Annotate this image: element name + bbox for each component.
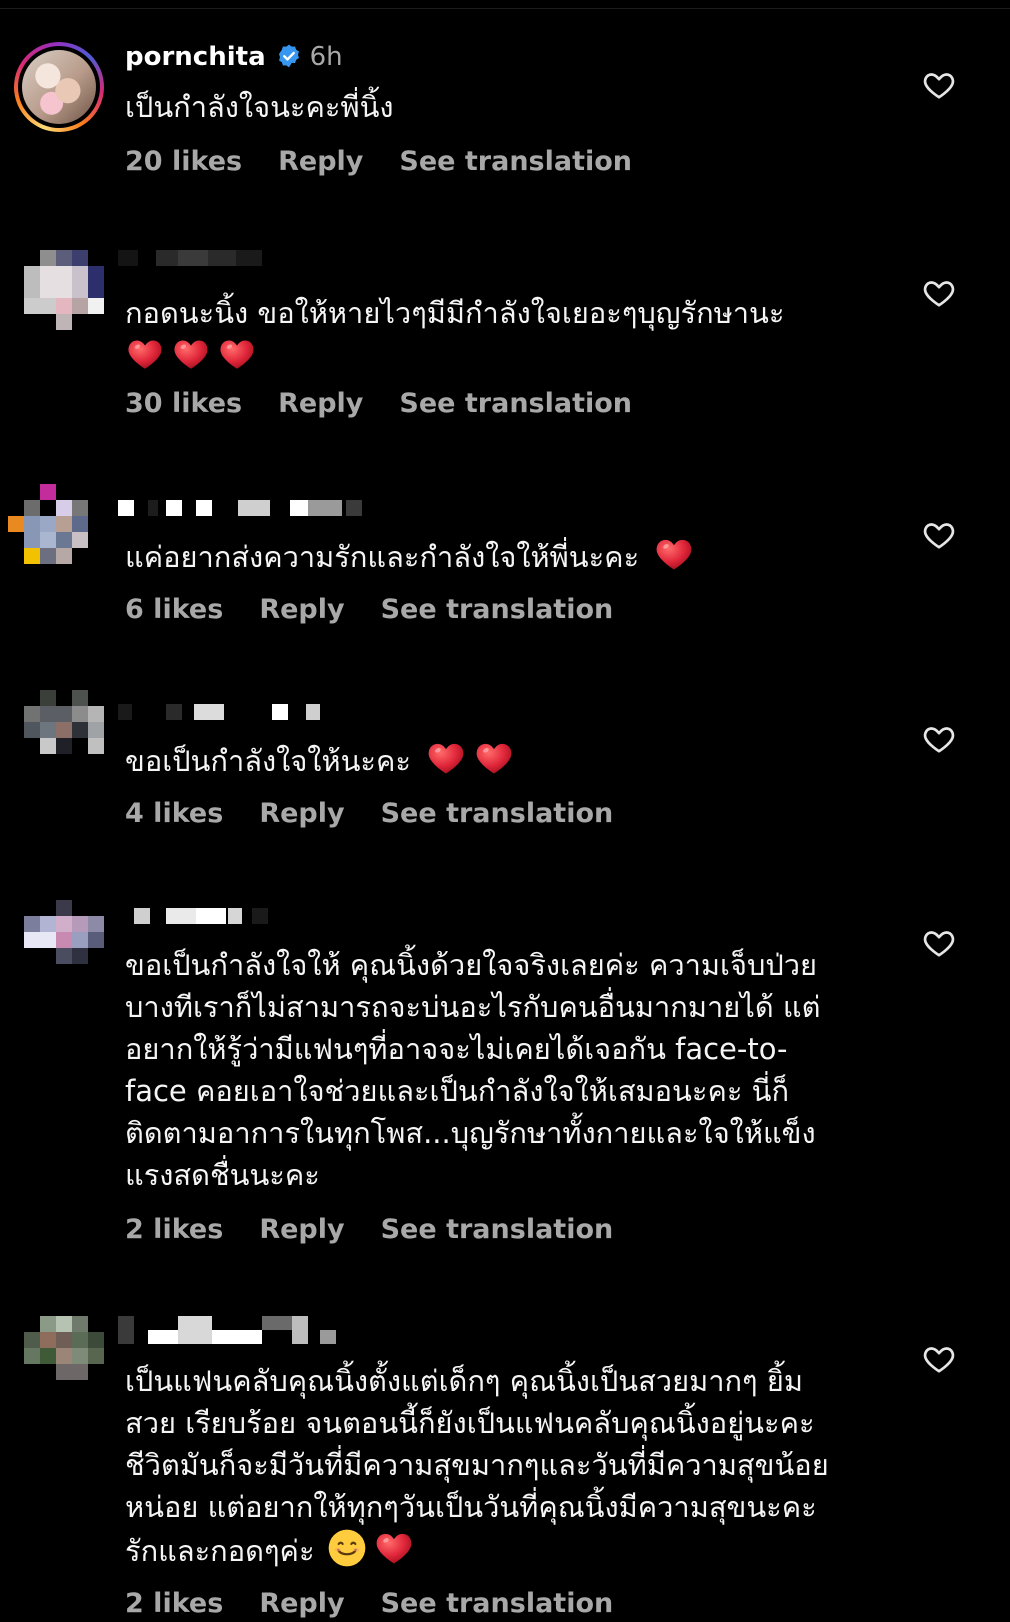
username-redacted[interactable] [118,1316,348,1346]
see-translation-button[interactable]: See translation [381,798,614,829]
see-translation-button[interactable]: See translation [381,594,614,625]
avatar[interactable] [14,42,104,132]
comment-actions: 4 likes Reply See translation [125,798,649,829]
red-heart-emoji [171,335,211,373]
comment-text: เป็นแฟนคลับคุณนิ้งตั้งแต่เด็กๆ คุณนิ้งเป… [125,1364,829,1568]
red-heart-emoji [373,1528,415,1568]
red-heart-emoji [125,335,165,373]
reply-button[interactable]: Reply [259,1214,344,1245]
verified-badge-icon [276,43,302,76]
like-heart-icon[interactable] [922,68,956,102]
reply-button[interactable]: Reply [259,798,344,829]
reply-button[interactable]: Reply [259,594,344,625]
username-redacted[interactable] [118,704,320,724]
see-translation-button[interactable]: See translation [399,388,632,419]
comment-text: เป็นกำลังใจนะคะพี่นิ้ง [125,90,394,124]
likes-count[interactable]: 2 likes [125,1214,223,1245]
username-redacted[interactable] [118,500,368,520]
likes-count[interactable]: 20 likes [125,146,242,177]
red-heart-emoji [473,738,515,778]
likes-count[interactable]: 30 likes [125,388,242,419]
reply-button[interactable]: Reply [259,1588,344,1619]
username-link[interactable]: pornchita [125,42,266,72]
see-translation-button[interactable]: See translation [399,146,632,177]
comment-actions: 2 likes Reply See translation [125,1214,649,1245]
top-divider [0,8,1010,9]
comment-text: แค่อยากส่งความรักและกำลังใจให้พี่นะคะ [125,534,875,578]
reply-button[interactable]: Reply [278,146,363,177]
red-heart-emoji [425,738,467,778]
like-heart-icon[interactable] [922,1342,956,1376]
red-heart-emoji [217,335,257,373]
see-translation-button[interactable]: See translation [381,1588,614,1619]
avatar[interactable] [8,484,104,580]
comment-actions: 20 likes Reply See translation [125,146,668,177]
like-heart-icon[interactable] [922,276,956,310]
likes-count[interactable]: 2 likes [125,1588,223,1619]
like-heart-icon[interactable] [922,722,956,756]
comment-text: ขอเป็นกำลังใจให้นะคะ [125,738,875,782]
timestamp: 6h [309,42,343,72]
comment-actions: 30 likes Reply See translation [125,388,668,419]
reply-button[interactable]: Reply [278,388,363,419]
avatar[interactable] [24,900,104,980]
avatar[interactable] [24,690,104,770]
comment-actions: 2 likes Reply See translation [125,1588,649,1619]
comment-text: ขอเป็นกำลังใจให้ คุณนิ้งด้วยใจจริงเลยค่ะ… [125,948,821,1192]
username-redacted[interactable] [118,908,268,928]
username-redacted[interactable] [118,250,278,270]
likes-count[interactable]: 4 likes [125,798,223,829]
comment-text: กอดนะนิ้ง ขอให้หายไวๆมีมีกำลังใจเยอะๆบุญ… [125,292,875,376]
like-heart-icon[interactable] [922,926,956,960]
avatar[interactable] [24,250,104,330]
smiling-face-emoji [327,1528,367,1568]
see-translation-button[interactable]: See translation [381,1214,614,1245]
likes-count[interactable]: 6 likes [125,594,223,625]
like-heart-icon[interactable] [922,518,956,552]
red-heart-emoji [653,534,695,574]
avatar[interactable] [24,1316,104,1396]
comment-actions: 6 likes Reply See translation [125,594,649,625]
